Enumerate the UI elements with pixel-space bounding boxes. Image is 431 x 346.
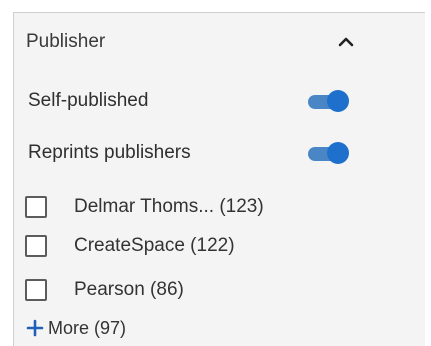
filter-sidebar: Publisher Self-published Reprints publis… xyxy=(0,0,431,346)
publisher-option-createspace[interactable]: CreateSpace (122) xyxy=(25,231,235,261)
option-label: Pearson (86) xyxy=(74,279,184,300)
more-label: More (97) xyxy=(48,317,127,338)
toggle-label-self-published: Self-published xyxy=(28,90,149,111)
toggle-label-reprints-publishers: Reprints publishers xyxy=(28,142,191,163)
option-label: CreateSpace (122) xyxy=(74,235,235,256)
facet-title: Publisher xyxy=(26,31,106,52)
reprints-publishers-toggle-row[interactable]: Reprints publishers xyxy=(28,138,349,168)
checkbox[interactable] xyxy=(25,279,47,301)
publisher-facet-header[interactable]: Publisher xyxy=(26,28,356,56)
plus-icon xyxy=(26,319,44,337)
chevron-up-icon[interactable] xyxy=(336,32,356,52)
self-published-toggle[interactable] xyxy=(306,89,349,113)
option-label: Delmar Thoms... (123) xyxy=(74,196,264,217)
toggle-knob xyxy=(327,142,349,164)
toggle-knob xyxy=(327,90,349,112)
checkbox[interactable] xyxy=(25,235,47,257)
more-link[interactable]: More (97) xyxy=(26,315,126,341)
reprints-publishers-toggle[interactable] xyxy=(306,141,349,165)
publisher-option-pearson[interactable]: Pearson (86) xyxy=(25,275,184,305)
checkbox[interactable] xyxy=(25,196,47,218)
self-published-toggle-row[interactable]: Self-published xyxy=(28,86,349,116)
publisher-option-delmar[interactable]: Delmar Thoms... (123) xyxy=(25,192,264,222)
